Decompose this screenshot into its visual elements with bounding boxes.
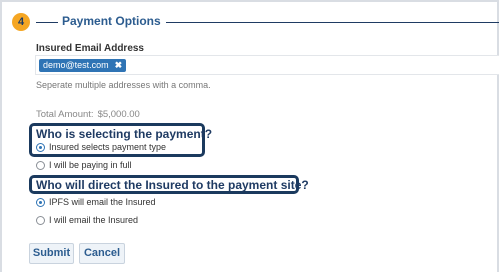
radio-button[interactable] <box>36 161 45 170</box>
submit-button[interactable]: Submit <box>29 243 74 264</box>
panel-border-left <box>0 0 2 272</box>
payment-options-panel: 4 Payment Options Insured Email Address … <box>0 0 499 272</box>
question-payment-site-box: Who will direct the Insured to the payme… <box>29 175 309 194</box>
remove-tag-icon[interactable]: ✖ <box>115 60 123 70</box>
email-field-label: Insured Email Address <box>36 43 144 54</box>
section-header: 4 Payment Options <box>12 13 499 31</box>
email-tag-text: demo@test.com <box>43 60 109 70</box>
question-payment-selector: Who is selecting the payment? <box>36 127 213 141</box>
radio-label: I will email the Insured <box>49 215 139 225</box>
panel-border-top <box>0 0 499 2</box>
total-amount-value: $5,000.00 <box>97 109 140 120</box>
radio-button[interactable] <box>36 216 45 225</box>
radio-button-checked[interactable] <box>36 198 45 207</box>
email-help-text: Seperate multiple addresses with a comma… <box>36 80 211 90</box>
radio-label: Insured selects payment type <box>49 142 167 152</box>
cancel-button[interactable]: Cancel <box>79 243 125 264</box>
radio-button-checked[interactable] <box>36 143 45 152</box>
total-amount: Total Amount: $5,000.00 <box>36 109 144 120</box>
section-title: Payment Options <box>62 14 161 28</box>
email-field[interactable]: demo@test.com ✖ <box>35 55 499 75</box>
radio-label: IPFS will email the Insured <box>49 197 156 207</box>
header-rule-right <box>166 22 499 23</box>
email-tag: demo@test.com ✖ <box>39 59 127 72</box>
header-rule-left <box>36 22 58 23</box>
question-payment-site: Who will direct the Insured to the payme… <box>36 178 309 192</box>
radio-label: I will be paying in full <box>49 160 132 170</box>
total-amount-label: Total Amount: <box>36 109 94 120</box>
step-number-badge: 4 <box>12 13 30 31</box>
